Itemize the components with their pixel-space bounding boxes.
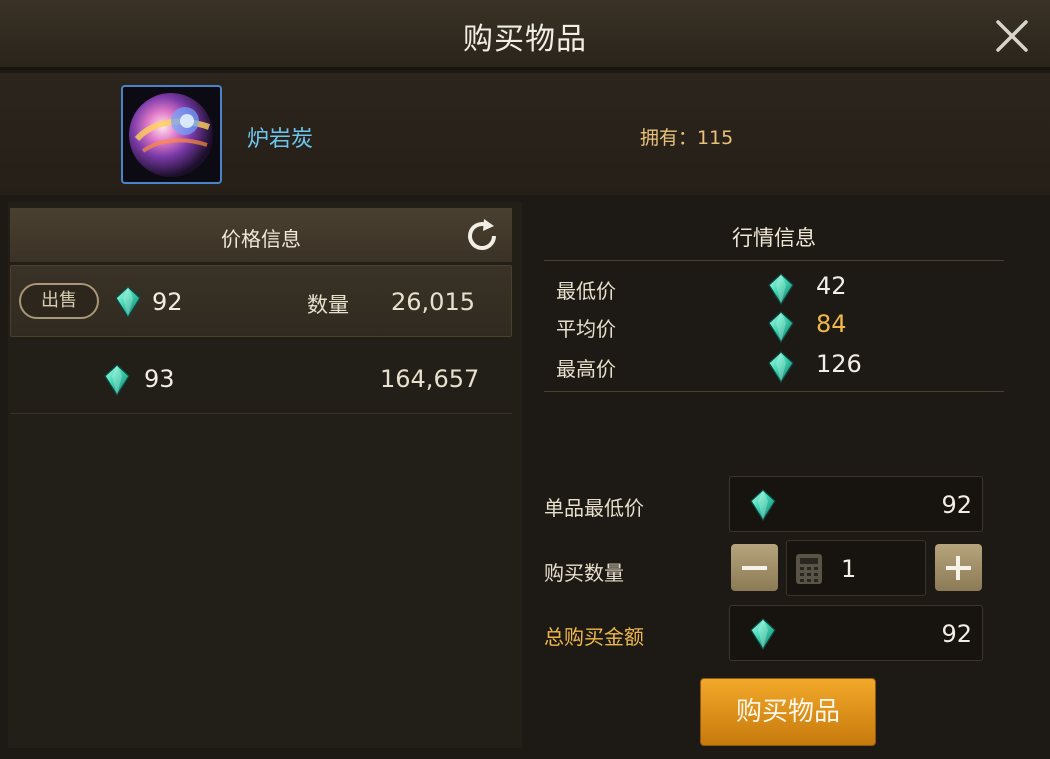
gem-icon — [768, 273, 794, 305]
market-value: 84 — [816, 310, 847, 338]
quantity-input[interactable]: 1 — [786, 540, 926, 596]
quantity-value: 1 — [841, 555, 857, 583]
gem-icon — [750, 489, 776, 521]
price-row[interactable]: 出售 92 数量 26,015 — [10, 265, 512, 337]
title-bar: 购买物品 — [0, 0, 1050, 70]
total-amount-field: 92 — [729, 605, 983, 661]
market-row-lowest: 最低价 42 — [544, 267, 1004, 305]
price-value: 92 — [152, 288, 183, 316]
gem-icon — [115, 286, 141, 318]
buy-item-button[interactable]: 购买物品 — [700, 678, 876, 746]
gem-icon — [768, 351, 794, 383]
market-value: 126 — [816, 350, 862, 378]
decrease-button[interactable] — [731, 544, 778, 591]
buy-quantity-label: 购买数量 — [544, 561, 624, 585]
unit-min-price-value: 92 — [941, 491, 972, 519]
price-info-panel: 价格信息 出售 92 数量 26,015 93 164,657 — [8, 202, 522, 748]
price-row[interactable]: 93 164,657 — [10, 340, 512, 414]
unit-min-price-label: 单品最低价 — [544, 496, 644, 520]
gem-icon — [768, 311, 794, 343]
market-panel: 行情信息 最低价 42 平均价 84 最高价 126 单品最低价 92 购买数量… — [530, 202, 1050, 759]
market-label: 最低价 — [556, 279, 616, 303]
unit-min-price-field: 92 — [729, 476, 983, 532]
increase-button[interactable] — [935, 544, 982, 591]
dialog-title: 购买物品 — [463, 22, 587, 57]
total-amount-label: 总购买金额 — [544, 625, 644, 649]
market-value: 42 — [816, 272, 847, 300]
market-row-highest: 最高价 126 — [544, 345, 1004, 383]
sell-badge: 出售 — [19, 283, 99, 319]
price-info-header: 价格信息 — [10, 208, 512, 262]
item-name[interactable]: 炉岩炭 — [247, 121, 313, 153]
calculator-icon — [796, 554, 822, 584]
item-info-row: 炉岩炭 拥有：115 — [0, 73, 1050, 195]
market-label: 最高价 — [556, 357, 616, 381]
item-icon[interactable] — [121, 85, 222, 184]
gem-icon — [104, 364, 130, 396]
quantity-value: 164,657 — [380, 365, 480, 393]
quantity-value: 26,015 — [391, 288, 475, 316]
market-table: 最低价 42 平均价 84 最高价 126 — [544, 260, 1004, 392]
gem-icon — [750, 618, 776, 650]
owned-count: 拥有：115 — [640, 127, 734, 149]
total-amount-value: 92 — [941, 620, 972, 648]
market-row-average: 平均价 84 — [544, 305, 1004, 343]
quantity-label: 数量 — [307, 293, 349, 317]
market-info-title: 行情信息 — [732, 226, 816, 250]
price-value: 93 — [144, 365, 175, 393]
minus-icon — [742, 566, 767, 570]
market-label: 平均价 — [556, 317, 616, 341]
price-info-title: 价格信息 — [221, 227, 301, 251]
close-icon[interactable] — [990, 14, 1034, 58]
refresh-icon[interactable] — [464, 218, 500, 254]
